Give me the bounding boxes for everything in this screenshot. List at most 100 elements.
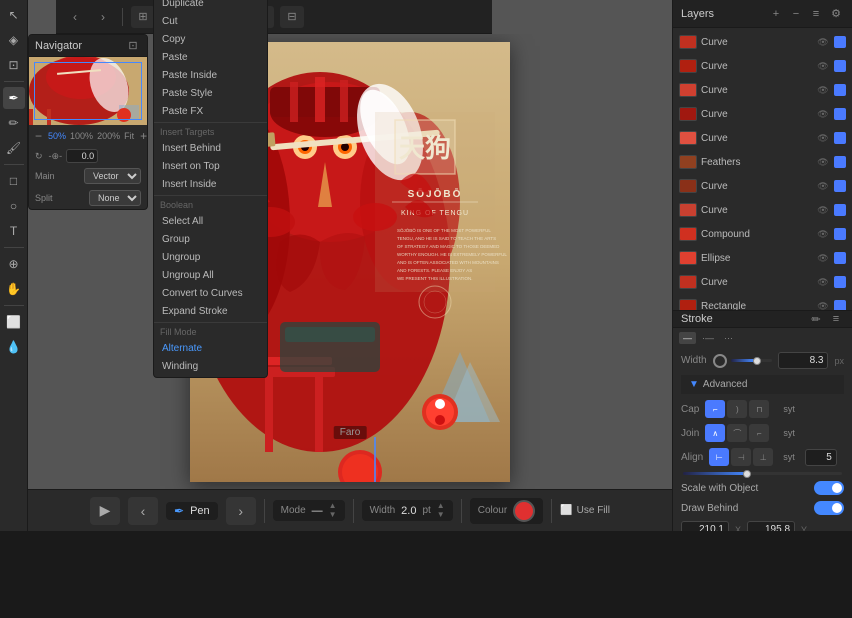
back-button[interactable]: ‹ [64,6,86,28]
op-paste-fx[interactable]: Paste FX [154,102,267,120]
layers-delete-btn[interactable]: − [788,6,804,22]
layer-eye-8[interactable]: 👁 [816,227,830,241]
layer-check-6[interactable] [834,180,846,192]
layer-item-10[interactable]: Curve 👁 [673,270,852,294]
text-tool[interactable]: T [3,220,25,242]
layer-item-2[interactable]: Curve 👁 [673,78,852,102]
zoom-fit[interactable]: Fit [124,131,134,141]
layer-eye-9[interactable]: 👁 [816,251,830,265]
shape-tool[interactable]: □ [3,170,25,192]
op-copy[interactable]: Copy [154,30,267,48]
width-arrows[interactable]: ▲▼ [437,502,445,519]
zoom-in-btn[interactable]: + [140,129,147,143]
layer-eye-7[interactable]: 👁 [816,203,830,217]
layer-item-4[interactable]: Curve 👁 [673,126,852,150]
align-btn-inside[interactable]: ⊢ [709,448,729,466]
navigator-expand-btn[interactable]: ⊡ [125,38,141,54]
op-insert-behind[interactable]: Insert Behind [154,139,267,157]
layers-settings-btn[interactable]: ⚙ [828,6,844,22]
join-btn-round[interactable]: ⌒ [727,424,747,442]
eyedropper-tool[interactable]: 💧 [3,336,25,358]
split-select[interactable]: None Pixel [89,190,141,206]
zoom-tool[interactable]: ⊕ [3,253,25,275]
layer-check-4[interactable] [834,132,846,144]
layer-eye-3[interactable]: 👁 [816,107,830,121]
miter-limit-input[interactable] [805,449,837,466]
layer-check-2[interactable] [834,84,846,96]
layer-eye-5[interactable]: 👁 [816,155,830,169]
hand-tool[interactable]: ✋ [3,278,25,300]
op-duplicate[interactable]: Duplicate [154,0,267,12]
mode-group[interactable]: Mode — ▲ ▼ [273,500,345,521]
miter-slider[interactable] [683,472,842,475]
op-paste[interactable]: Paste [154,48,267,66]
draw-behind-toggle[interactable] [814,501,844,515]
layer-item-7[interactable]: Curve 👁 [673,198,852,222]
layer-check-3[interactable] [834,108,846,120]
join-btn-miter[interactable]: ∧ [705,424,725,442]
op-alternate[interactable]: Alternate [154,339,267,357]
mode-arrows[interactable]: ▲ ▼ [329,502,337,519]
layer-item-8[interactable]: Compound 👁 [673,222,852,246]
layer-check-1[interactable] [834,60,846,72]
stroke-tab-dotted[interactable]: ··· [720,332,737,344]
cap-btn-square[interactable]: ⊓ [749,400,769,418]
layer-item-6[interactable]: Curve 👁 [673,174,852,198]
op-ungroup-all[interactable]: Ungroup All [154,266,267,284]
layer-check-11[interactable] [834,300,846,310]
stroke-edit-btn[interactable]: ✏ [808,311,824,327]
layer-item-9[interactable]: Ellipse 👁 [673,246,852,270]
crop-tool[interactable]: ⊡ [3,54,25,76]
op-paste-inside[interactable]: Paste Inside [154,66,267,84]
forward-button[interactable]: › [92,6,114,28]
layer-eye-0[interactable]: 👁 [816,35,830,49]
op-convert-curves[interactable]: Convert to Curves [154,284,267,302]
node-tool[interactable]: ◈ [3,29,25,51]
navigator-preview[interactable] [29,57,147,125]
layer-check-7[interactable] [834,204,846,216]
brush-tool[interactable]: 🖌 [3,137,25,159]
layer-eye-6[interactable]: 👁 [816,179,830,193]
layer-check-10[interactable] [834,276,846,288]
transform-x-input[interactable] [681,521,729,531]
op-select-all[interactable]: Select All [154,212,267,230]
layer-item-11[interactable]: Rectangle 👁 [673,294,852,310]
layer-check-8[interactable] [834,228,846,240]
layer-item-3[interactable]: Curve 👁 [673,102,852,126]
pencil-tool[interactable]: ✏ [3,112,25,134]
stroke-width-slider[interactable] [731,359,773,362]
align-btn-outside[interactable]: ⊥ [753,448,773,466]
scale-toggle[interactable] [814,481,844,495]
stroke-tab-stroke[interactable]: — [679,332,696,344]
colour-swatch[interactable] [513,500,535,522]
layer-eye-2[interactable]: 👁 [816,83,830,97]
grid-btn[interactable]: ⊟ [280,6,304,28]
layer-check-5[interactable] [834,156,846,168]
cap-btn-flat[interactable]: ⌐ [705,400,725,418]
join-btn-bevel[interactable]: ⌐ [749,424,769,442]
op-paste-style[interactable]: Paste Style [154,84,267,102]
op-expand-stroke[interactable]: Expand Stroke [154,302,267,320]
layer-check-0[interactable] [834,36,846,48]
ellipse-tool[interactable]: ○ [3,195,25,217]
colour-group[interactable]: Colour [470,498,543,524]
layer-item-5[interactable]: Feathers 👁 [673,150,852,174]
layer-item-1[interactable]: Curve 👁 [673,54,852,78]
transform-y-input[interactable] [747,521,795,531]
layer-eye-10[interactable]: 👁 [816,275,830,289]
next-button[interactable]: › [226,497,256,525]
stroke-tab-dash[interactable]: ·— [698,332,718,344]
cap-btn-round[interactable]: ) [727,400,747,418]
fill-tool[interactable]: ⬜ [3,311,25,333]
stroke-width-circle[interactable] [713,354,727,368]
view-mode-main-select[interactable]: Vector Pixel Retina [84,168,141,184]
stroke-width-input[interactable] [778,352,828,369]
op-ungroup[interactable]: Ungroup [154,248,267,266]
pen-tool[interactable]: ✒ [3,87,25,109]
align-btn-center[interactable]: ⊣ [731,448,751,466]
op-cut[interactable]: Cut [154,12,267,30]
width-value[interactable]: 2.0 [401,505,416,517]
canvas-rotation-input[interactable] [66,149,98,163]
layers-menu-btn[interactable]: ≡ [808,6,824,22]
layer-check-9[interactable] [834,252,846,264]
